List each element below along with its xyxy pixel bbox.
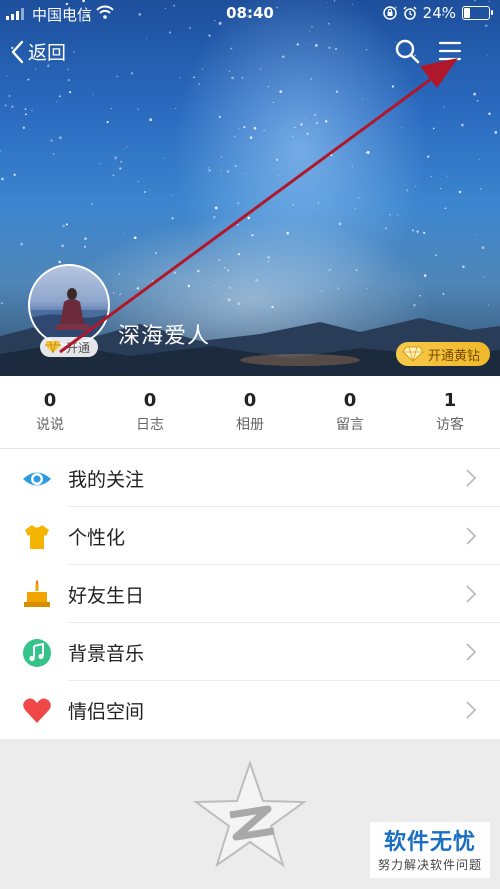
stat-visitors[interactable]: 1 访客 bbox=[400, 376, 500, 448]
diamond-icon bbox=[402, 346, 424, 362]
stat-value: 0 bbox=[243, 390, 257, 411]
menu-label: 好友生日 bbox=[68, 584, 145, 607]
chevron-right-icon bbox=[466, 585, 476, 603]
watermark: 软件无忧 努力解决软件问题 bbox=[370, 822, 490, 878]
heart-icon bbox=[23, 698, 51, 723]
alarm-icon bbox=[403, 6, 417, 20]
menu-item-personalize[interactable]: 个性化 bbox=[0, 507, 500, 565]
menu-icon[interactable] bbox=[438, 40, 462, 62]
nickname: 深海爱人 bbox=[118, 324, 211, 349]
open-vip-badge[interactable]: 开通 bbox=[40, 337, 98, 357]
battery-percent: 24% bbox=[422, 4, 456, 22]
stat-value: 1 bbox=[443, 390, 457, 411]
eye-icon bbox=[23, 472, 51, 486]
open-badge-label: 开通 bbox=[66, 340, 91, 355]
avatar-photo bbox=[30, 288, 108, 344]
menu-item-background-music[interactable]: 背景音乐 bbox=[0, 623, 500, 681]
menu-list: 我的关注 个性化 好友生日 背景音乐 情侣空间 bbox=[0, 449, 500, 739]
menu-label: 背景音乐 bbox=[68, 642, 145, 665]
avatar[interactable] bbox=[28, 264, 110, 346]
status-bar: 中国电信 08:40 24% bbox=[0, 0, 500, 26]
yellow-diamond-label: 开通黄钻 bbox=[427, 348, 480, 364]
watermark-subtitle: 努力解决软件问题 bbox=[377, 858, 482, 872]
stat-value: 0 bbox=[343, 390, 357, 411]
chevron-right-icon bbox=[466, 643, 476, 661]
menu-label: 个性化 bbox=[68, 526, 126, 549]
music-note-icon bbox=[23, 639, 51, 667]
menu-label: 我的关注 bbox=[68, 468, 145, 491]
tshirt-icon bbox=[25, 525, 49, 549]
stat-blog[interactable]: 0 日志 bbox=[100, 376, 200, 448]
stat-label: 日志 bbox=[136, 417, 164, 433]
stat-album[interactable]: 0 相册 bbox=[200, 376, 300, 448]
stat-messages[interactable]: 0 留言 bbox=[300, 376, 400, 448]
rotation-lock-icon bbox=[382, 6, 397, 20]
back-label: 返回 bbox=[28, 42, 67, 64]
chevron-right-icon bbox=[466, 527, 476, 545]
cake-icon bbox=[24, 580, 50, 607]
stat-value: 0 bbox=[43, 390, 57, 411]
status-right: 24% bbox=[382, 4, 493, 22]
stat-label: 相册 bbox=[236, 417, 264, 433]
stat-shuoshuo[interactable]: 0 说说 bbox=[0, 376, 100, 448]
menu-item-couple-space[interactable]: 情侣空间 bbox=[0, 681, 500, 739]
menu-label: 情侣空间 bbox=[68, 700, 145, 723]
back-button[interactable]: 返回 bbox=[10, 38, 66, 65]
yellow-diamond-button[interactable]: 开通黄钻 bbox=[395, 342, 490, 366]
stats-bar: 0 说说 0 日志 0 相册 0 留言 1 访客 bbox=[0, 376, 500, 449]
diamond-icon bbox=[45, 340, 61, 354]
search-icon[interactable] bbox=[394, 38, 420, 64]
stat-label: 说说 bbox=[36, 417, 64, 433]
battery-icon bbox=[462, 6, 493, 20]
chevron-right-icon bbox=[466, 701, 476, 719]
watermark-title: 软件无忧 bbox=[383, 830, 476, 855]
qzone-star-logo bbox=[193, 759, 307, 868]
stat-value: 0 bbox=[143, 390, 157, 411]
chevron-left-icon bbox=[11, 40, 24, 63]
menu-item-following[interactable]: 我的关注 bbox=[0, 449, 500, 507]
chevron-right-icon bbox=[466, 469, 476, 487]
stat-label: 访客 bbox=[436, 417, 464, 433]
stat-label: 留言 bbox=[336, 417, 364, 433]
menu-item-birthday[interactable]: 好友生日 bbox=[0, 565, 500, 623]
